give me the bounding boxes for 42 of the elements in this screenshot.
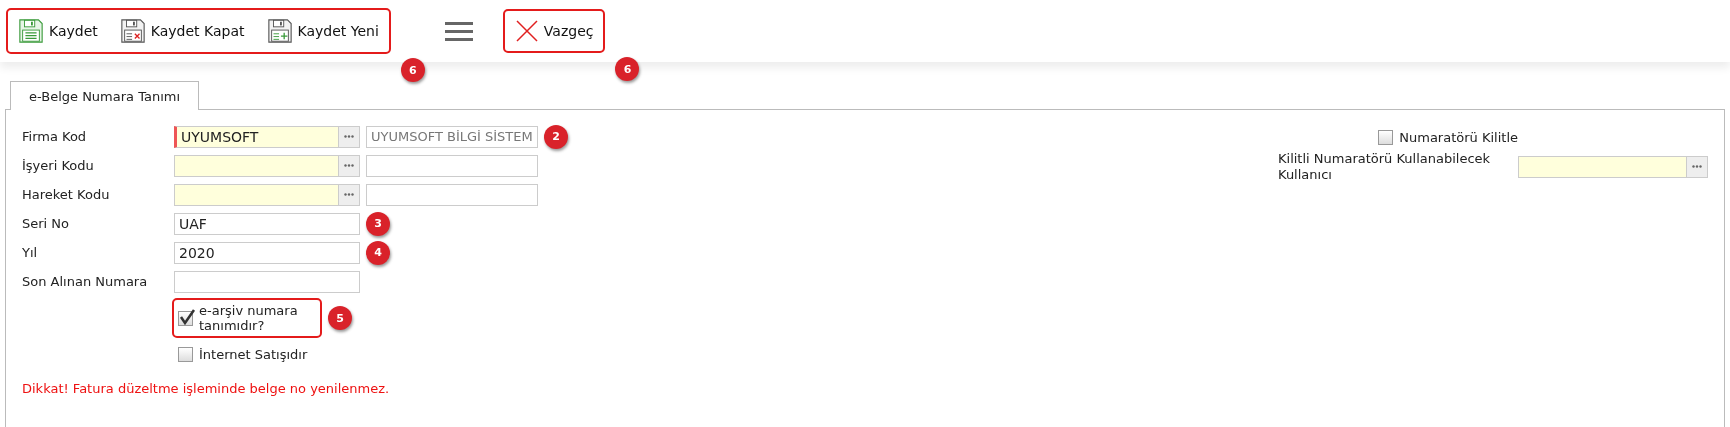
checkbox[interactable] (1378, 130, 1394, 145)
cancel-button[interactable]: Vazgeç (510, 17, 598, 45)
callout-badge: 6 (400, 58, 425, 82)
tab[interactable]: e-Belge Numara Tanımı (10, 81, 200, 110)
field-label: İşyeri Kodu (22, 158, 95, 173)
callout-badge: 2 (544, 124, 568, 149)
checkbox[interactable] (178, 310, 193, 326)
field-label: Hareket Kodu (22, 187, 111, 202)
field-label: Yıl (22, 245, 39, 260)
field-label: Kilitli Numaratörü Kullanabilecek Kullanıcı (1278, 151, 1492, 183)
lookup-field[interactable] (1518, 155, 1708, 178)
callout-badge: 6 (615, 57, 640, 81)
checkbox[interactable] (178, 347, 193, 362)
input-field[interactable]: UAF (174, 212, 360, 235)
floppy-disk-plus-icon (266, 18, 293, 44)
field-label: Seri No (22, 216, 71, 231)
checkbox-label: Numaratörü Kilitle (1399, 130, 1518, 145)
lookup-field[interactable] (174, 154, 360, 177)
field-label: Firma Kod (22, 129, 88, 144)
checkbox-label: İnternet Satışıdır (199, 347, 308, 362)
save-button[interactable]: Kaydet (14, 16, 102, 46)
callout-badge: 5 (328, 306, 352, 330)
checkbox-label: e-arşiv numara tanımıdır? (199, 303, 299, 333)
input-field[interactable]: 2020 (174, 241, 360, 264)
callout-badge: 4 (366, 240, 390, 265)
description-field[interactable] (366, 183, 538, 206)
warning-text: Dikkat! Fatura düzeltme işleminde belge no yenilenmez. (22, 381, 391, 396)
callout-badge: 3 (366, 211, 390, 236)
ellipsis-icon (344, 135, 354, 138)
floppy-disk-x-icon (119, 18, 146, 44)
field-label: Son Alınan Numara (22, 274, 149, 289)
ellipsis-icon (344, 164, 354, 167)
save-button[interactable]: Kaydet Kapat (115, 16, 249, 46)
lookup-field[interactable]: UYUMSOFT (174, 125, 360, 148)
input-field[interactable] (174, 270, 360, 293)
close-icon (514, 19, 539, 43)
lookup-field[interactable] (174, 183, 360, 206)
ellipsis-icon (344, 193, 354, 196)
description-field[interactable]: UYUMSOFT BİLGİ SİSTEM (366, 125, 538, 148)
description-field[interactable] (366, 154, 538, 177)
ellipsis-icon (1692, 165, 1702, 169)
save-button[interactable]: Kaydet Yeni (262, 16, 383, 46)
